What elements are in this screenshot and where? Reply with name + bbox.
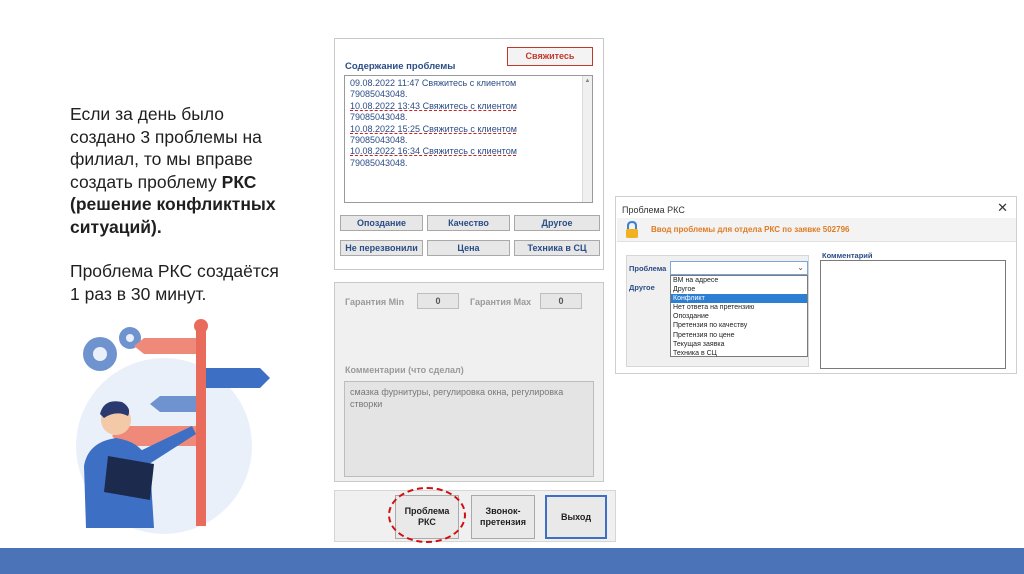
dropdown-option[interactable]: Претензия по качеству: [671, 321, 807, 330]
comment-field[interactable]: смазка фурнитуры, регулировка окна, регу…: [344, 381, 594, 477]
problem-dropdown-list[interactable]: ВМ на адресе Другое Конфликт Нет ответа …: [670, 275, 808, 357]
lock-icon: [626, 221, 638, 238]
dialog-comment-field[interactable]: [820, 260, 1006, 369]
signpost-pole: [196, 326, 206, 526]
dropdown-option[interactable]: ВМ на адресе: [671, 276, 807, 285]
signpost-top: [194, 319, 208, 333]
highlight-oval: [388, 487, 466, 543]
guarantee-panel: Гарантия Min 0 Гарантия Max 0 Комментари…: [334, 282, 604, 482]
dialog-banner: Ввод проблемы для отдела РКС по заявке 5…: [617, 218, 1016, 242]
sign-arrow-left: [134, 338, 196, 354]
exit-button[interactable]: Выход: [545, 495, 607, 539]
dropdown-option[interactable]: Другое: [671, 285, 807, 294]
call-claim-button[interactable]: Звонок-претензия: [471, 495, 535, 539]
log-scrollbar[interactable]: ▲: [582, 76, 592, 202]
slide-text: Если за день было создано 3 проблемы на …: [70, 103, 332, 305]
slide-paragraph-2: Проблема РКС создаётся 1 раз в 30 минут.: [70, 261, 279, 304]
log-line: 79085043048.: [350, 135, 408, 146]
dialog-comment-label: Комментарий: [822, 251, 873, 260]
scroll-up-icon[interactable]: ▲: [583, 76, 592, 87]
comment-label: Комментарии (что сделал): [345, 365, 464, 375]
close-icon[interactable]: ✕: [997, 200, 1008, 216]
log-line: 09.08.2022 11:47 Свяжитесь с клиентом: [350, 78, 517, 88]
action-bar: Проблема РКС Звонок-претензия Выход: [334, 490, 616, 542]
dialog-title: Проблема РКС: [622, 205, 685, 215]
dropdown-option[interactable]: Техника в СЦ: [671, 349, 807, 358]
dropdown-option[interactable]: Опоздание: [671, 312, 807, 321]
problem-log[interactable]: 09.08.2022 11:47 Свяжитесь с клиентом 79…: [344, 75, 593, 203]
log-line: 79085043048.: [350, 89, 408, 100]
dropdown-option[interactable]: Текущая заявка: [671, 340, 807, 349]
log-line: 10.08.2022 15:25 Свяжитесь с клиентом: [350, 123, 517, 134]
category-button-price[interactable]: Цена: [427, 240, 510, 256]
guarantee-max-label: Гарантия Max: [470, 297, 532, 307]
log-line: 79085043048.: [350, 157, 408, 168]
signpost-illustration: [76, 319, 270, 534]
category-button-service-center[interactable]: Техника в СЦ: [514, 240, 600, 256]
log-line: 10.08.2022 13:43 Свяжитесь с клиентом: [350, 100, 517, 111]
chevron-down-icon[interactable]: ⌄: [797, 263, 804, 272]
problem-select[interactable]: ⌄: [670, 261, 808, 275]
category-button-quality[interactable]: Качество: [427, 215, 510, 231]
category-button-lateness[interactable]: Опоздание: [340, 215, 423, 231]
log-line: 10.08.2022 16:34 Свяжитесь с клиентом: [350, 146, 517, 157]
contact-button[interactable]: Свяжитесь: [507, 47, 593, 66]
dropdown-option[interactable]: Нет ответа на претензию: [671, 303, 807, 312]
other-label: Другое: [629, 283, 655, 292]
banner-text: Ввод проблемы для отдела РКС по заявке 5…: [651, 225, 850, 234]
problem-label: Проблема: [629, 264, 667, 273]
problem-content-title: Содержание проблемы: [345, 61, 456, 72]
guarantee-min-field[interactable]: 0: [417, 293, 459, 309]
dropdown-option[interactable]: Претензия по цене: [671, 331, 807, 340]
problem-content-panel: Свяжитесь Содержание проблемы 09.08.2022…: [334, 38, 604, 270]
rks-dialog: Проблема РКС ✕ Ввод проблемы для отдела …: [615, 196, 1017, 374]
category-button-other[interactable]: Другое: [514, 215, 600, 231]
slide-paragraph-1: Если за день было создано 3 проблемы на …: [70, 103, 332, 238]
dropdown-option-selected[interactable]: Конфликт: [671, 294, 807, 304]
guarantee-max-field[interactable]: 0: [540, 293, 582, 309]
footer-bar: [0, 548, 1024, 574]
sign-arrow-right: [206, 368, 270, 388]
log-line: 79085043048.: [350, 112, 408, 123]
category-button-no-callback[interactable]: Не перезвонили: [340, 240, 423, 256]
guarantee-min-label: Гарантия Min: [345, 297, 405, 307]
